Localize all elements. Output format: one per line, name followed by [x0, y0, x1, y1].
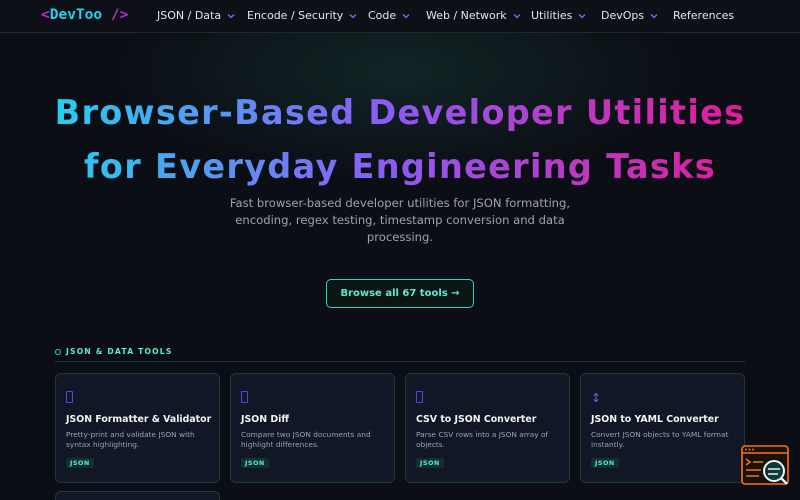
- chevron-down-icon: [226, 11, 236, 21]
- tool-card-tag: JSON: [591, 458, 619, 468]
- logo-close-bracket: />: [102, 7, 129, 23]
- nav-item-references[interactable]: References: [673, 9, 734, 22]
- hero-title-line-2: for Everyday Engineering Tasks: [84, 147, 716, 186]
- nav-item-label: DevOps: [601, 9, 645, 22]
- nav-item-web-network[interactable]: Web / Network: [426, 9, 522, 22]
- tool-card-tag: JSON: [66, 458, 94, 468]
- logo-name: DevToo: [49, 7, 103, 23]
- nav-item-code[interactable]: Code: [368, 9, 411, 22]
- box-icon: [241, 391, 248, 403]
- nav-item-label: Utilities: [531, 9, 573, 22]
- tool-card-description: Pretty-print and validate JSON with synt…: [66, 430, 195, 449]
- nav-item-encode-security[interactable]: Encode / Security: [247, 9, 358, 22]
- tool-card-title: JSON Diff: [241, 414, 289, 425]
- tool-card-partial[interactable]: [55, 491, 220, 500]
- top-navigation: <DevToo /> JSON / Data Encode / Security…: [0, 0, 800, 33]
- tool-card-csv-to-json[interactable]: CSV to JSON Converter Parse CSV rows int…: [405, 373, 570, 483]
- hero-subtitle: Fast browser-based developer utilities f…: [229, 196, 571, 244]
- chevron-down-icon: [401, 11, 411, 21]
- box-icon: [66, 391, 73, 403]
- tool-card-description: Convert JSON objects to YAML format inst…: [591, 430, 729, 449]
- nav-item-json-data[interactable]: JSON / Data: [157, 9, 236, 22]
- hero-title: Browser-Based Developer Utilities for Ev…: [0, 86, 800, 194]
- tool-card-title: JSON to YAML Converter: [591, 414, 719, 425]
- tool-card-json-to-yaml[interactable]: ↕ JSON to YAML Converter Convert JSON ob…: [580, 373, 745, 483]
- tool-card-description: Compare two JSON documents and highlight…: [241, 430, 371, 449]
- section-dot-icon: [55, 348, 61, 355]
- search-code-icon: [741, 445, 789, 485]
- site-logo[interactable]: <DevToo />: [41, 7, 128, 23]
- chevron-down-icon: [649, 11, 659, 21]
- section-title: JSON & DATA TOOLS: [66, 347, 173, 356]
- nav-item-label: JSON / Data: [157, 9, 222, 22]
- tool-card-json-diff[interactable]: JSON Diff Compare two JSON documents and…: [230, 373, 395, 483]
- tool-card-description: Parse CSV rows into a JSON array of obje…: [416, 430, 549, 449]
- tool-card-title: CSV to JSON Converter: [416, 414, 537, 425]
- chevron-down-icon: [512, 11, 522, 21]
- nav-item-devops[interactable]: DevOps: [601, 9, 659, 22]
- nav-item-label: Encode / Security: [247, 9, 344, 22]
- box-icon: [416, 391, 423, 403]
- nav-item-utilities[interactable]: Utilities: [531, 9, 587, 22]
- floating-search-button[interactable]: [741, 445, 789, 487]
- logo-open-bracket: <: [41, 7, 50, 23]
- section-divider: [55, 361, 745, 362]
- nav-item-label: Code: [368, 9, 397, 22]
- chevron-down-icon: [577, 11, 587, 21]
- tool-card-tag: JSON: [241, 458, 269, 468]
- tool-card-tag: JSON: [416, 458, 444, 468]
- nav-item-label: Web / Network: [426, 9, 507, 22]
- arrows-vertical-icon: ↕: [591, 391, 602, 405]
- tool-card-json-formatter[interactable]: JSON Formatter & Validator Pretty-print …: [55, 373, 220, 483]
- nav-item-label: References: [673, 9, 735, 22]
- section-header: JSON & DATA TOOLS: [55, 347, 173, 356]
- browse-all-tools-button[interactable]: Browse all 67 tools →: [326, 279, 474, 308]
- tool-card-title: JSON Formatter & Validator: [66, 414, 212, 425]
- hero-title-line-1: Browser-Based Developer Utilities: [54, 93, 746, 132]
- chevron-down-icon: [348, 11, 358, 21]
